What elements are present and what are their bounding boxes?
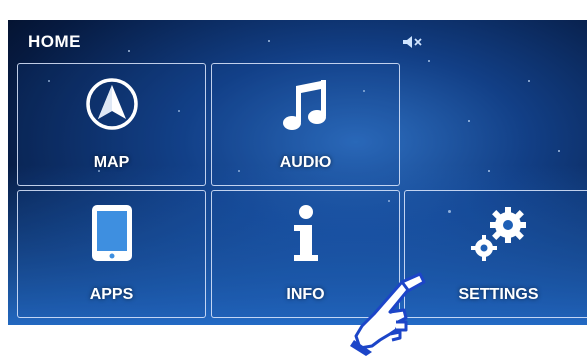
music-note-icon [278, 76, 334, 141]
apps-label: APPS [89, 286, 134, 303]
info-icon [286, 203, 326, 270]
map-label: MAP [93, 154, 130, 171]
apps-tile[interactable]: APPS [17, 190, 206, 318]
audio-tile[interactable]: AUDIO [211, 63, 400, 186]
settings-tile[interactable]: SETTINGS [404, 190, 587, 318]
gears-icon [466, 203, 532, 270]
navigation-arrow-icon [84, 76, 140, 137]
page-title: HOME [28, 32, 81, 51]
home-screen: HOME MAP AUDIO APPS INFO SETTINGS [8, 20, 587, 325]
audio-label: AUDIO [279, 154, 332, 171]
speaker-mute-icon [402, 35, 424, 52]
settings-label: SETTINGS [458, 286, 539, 303]
tablet-icon [90, 203, 134, 270]
pointing-hand-icon [350, 270, 430, 361]
map-tile[interactable]: MAP [17, 63, 206, 186]
